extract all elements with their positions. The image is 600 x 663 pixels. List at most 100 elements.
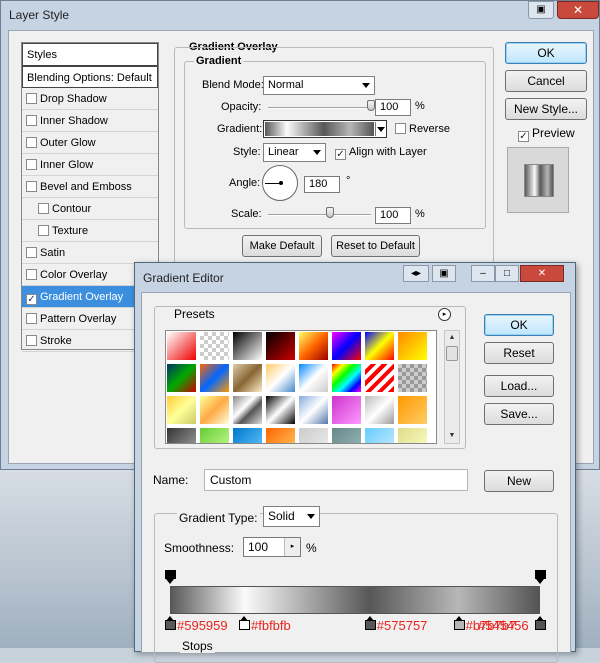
style-item-checkbox[interactable] [26,269,37,280]
angle-input[interactable]: 180 [304,176,340,193]
align-with-layer-checkbox[interactable]: ✓ Align with Layer [335,146,427,160]
preset-swatch[interactable] [232,331,263,361]
blend-mode-select[interactable]: Normal [263,76,375,95]
scale-slider-thumb[interactable] [325,207,334,218]
chevron-right-icon[interactable]: ▸ [284,538,300,556]
color-stop[interactable] [239,616,250,630]
opacity-stop[interactable] [535,570,546,584]
preset-swatch[interactable] [265,395,296,425]
close-icon[interactable]: ✕ [557,1,599,19]
style-item-checkbox[interactable] [26,115,37,126]
preset-swatch[interactable] [298,363,329,393]
reset-to-default-button[interactable]: Reset to Default [331,235,420,257]
preview-checkbox-box[interactable]: ✓ [518,131,529,142]
preset-swatch[interactable] [397,395,428,425]
preset-swatch[interactable] [199,363,230,393]
preset-swatch[interactable] [166,363,197,393]
make-default-button[interactable]: Make Default [242,235,322,257]
preset-swatch[interactable] [397,427,428,443]
color-stop[interactable] [535,616,546,630]
style-item-checkbox[interactable] [38,203,49,214]
minimize-icon[interactable]: – [471,265,495,282]
preset-swatch[interactable] [265,331,296,361]
scroll-down-icon[interactable]: ▼ [445,429,459,443]
gradient-swatch[interactable] [265,122,374,136]
align-checkbox-box[interactable]: ✓ [335,149,346,160]
scroll-up-icon[interactable]: ▲ [445,331,459,345]
help-icon[interactable]: ▣ [432,265,456,282]
style-item-checkbox[interactable] [26,247,37,258]
new-button[interactable]: New [484,470,554,492]
new-style-button[interactable]: New Style... [505,98,587,120]
preset-swatch[interactable] [166,395,197,425]
presets-scrollbar[interactable]: ▲ ▼ [444,330,460,444]
style-item[interactable]: Contour [22,198,158,220]
style-select[interactable]: Linear [263,143,326,162]
preset-swatch[interactable] [166,427,197,443]
close-icon[interactable]: ✕ [520,265,564,282]
ok-button[interactable]: OK [505,42,587,64]
gradient-picker[interactable] [263,120,387,138]
preset-swatch[interactable] [364,395,395,425]
color-stop[interactable] [165,616,176,630]
preset-swatch[interactable] [199,331,230,361]
style-item[interactable]: Inner Glow [22,154,158,176]
preset-swatch[interactable] [232,395,263,425]
preset-swatch[interactable] [298,331,329,361]
gradient-bar[interactable] [170,586,540,614]
style-item-checkbox[interactable] [26,313,37,324]
color-stop[interactable] [453,616,465,630]
style-item-checkbox[interactable] [26,159,37,170]
gradient-dropdown-button[interactable] [375,122,385,136]
preset-swatch[interactable] [199,427,230,443]
preview-checkbox[interactable]: ✓ Preview [518,126,575,142]
opacity-slider[interactable] [268,107,371,109]
scroll-thumb[interactable] [446,346,458,361]
style-item[interactable]: Outer Glow [22,132,158,154]
save-button[interactable]: Save... [484,403,554,425]
cancel-button[interactable]: Cancel [505,70,587,92]
style-item[interactable]: Bevel and Emboss [22,176,158,198]
style-item-checkbox[interactable]: ✓ [26,294,37,305]
color-stop[interactable] [364,616,376,630]
preset-swatch[interactable] [331,363,362,393]
opacity-stop[interactable] [165,570,176,584]
styles-header[interactable]: Styles [22,43,158,66]
preset-swatch[interactable] [232,427,263,443]
resize-arrows-icon[interactable]: ◂▸ [403,265,429,282]
preset-swatch[interactable] [298,395,329,425]
preset-swatch[interactable] [166,331,197,361]
presets-menu-icon[interactable]: ▸ [438,308,451,321]
scale-input[interactable]: 100 [375,207,411,224]
style-item[interactable]: Drop Shadow [22,88,158,110]
style-item-checkbox[interactable] [26,137,37,148]
preset-swatch[interactable] [265,427,296,443]
preset-swatch[interactable] [331,427,362,443]
reset-button[interactable]: Reset [484,342,554,364]
preset-swatch[interactable] [331,395,362,425]
smoothness-input[interactable]: 100 ▸ [243,537,301,557]
preset-swatch[interactable] [364,427,395,443]
preset-swatch[interactable] [397,331,428,361]
style-item-checkbox[interactable] [26,181,37,192]
preset-swatch[interactable] [364,363,395,393]
preset-swatch[interactable] [397,363,428,393]
ok-button[interactable]: OK [484,314,554,336]
preset-swatch[interactable] [199,395,230,425]
preset-swatch[interactable] [265,363,296,393]
reverse-checkbox-box[interactable] [395,123,406,134]
help-icon[interactable]: ▣ [528,1,554,19]
reverse-checkbox[interactable]: Reverse [395,123,450,135]
opacity-slider-thumb[interactable] [367,100,375,111]
style-item-checkbox[interactable] [26,335,37,346]
style-item[interactable]: Inner Shadow [22,110,158,132]
preset-swatch[interactable] [331,331,362,361]
preset-swatch[interactable] [232,363,263,393]
opacity-input[interactable]: 100 [375,99,411,116]
style-item-checkbox[interactable] [38,225,49,236]
gradient-type-select[interactable]: Solid [263,506,320,527]
name-input[interactable]: Custom [204,469,468,491]
maximize-icon[interactable]: □ [495,265,519,282]
blending-options-item[interactable]: Blending Options: Default [22,66,158,88]
preset-swatch[interactable] [364,331,395,361]
